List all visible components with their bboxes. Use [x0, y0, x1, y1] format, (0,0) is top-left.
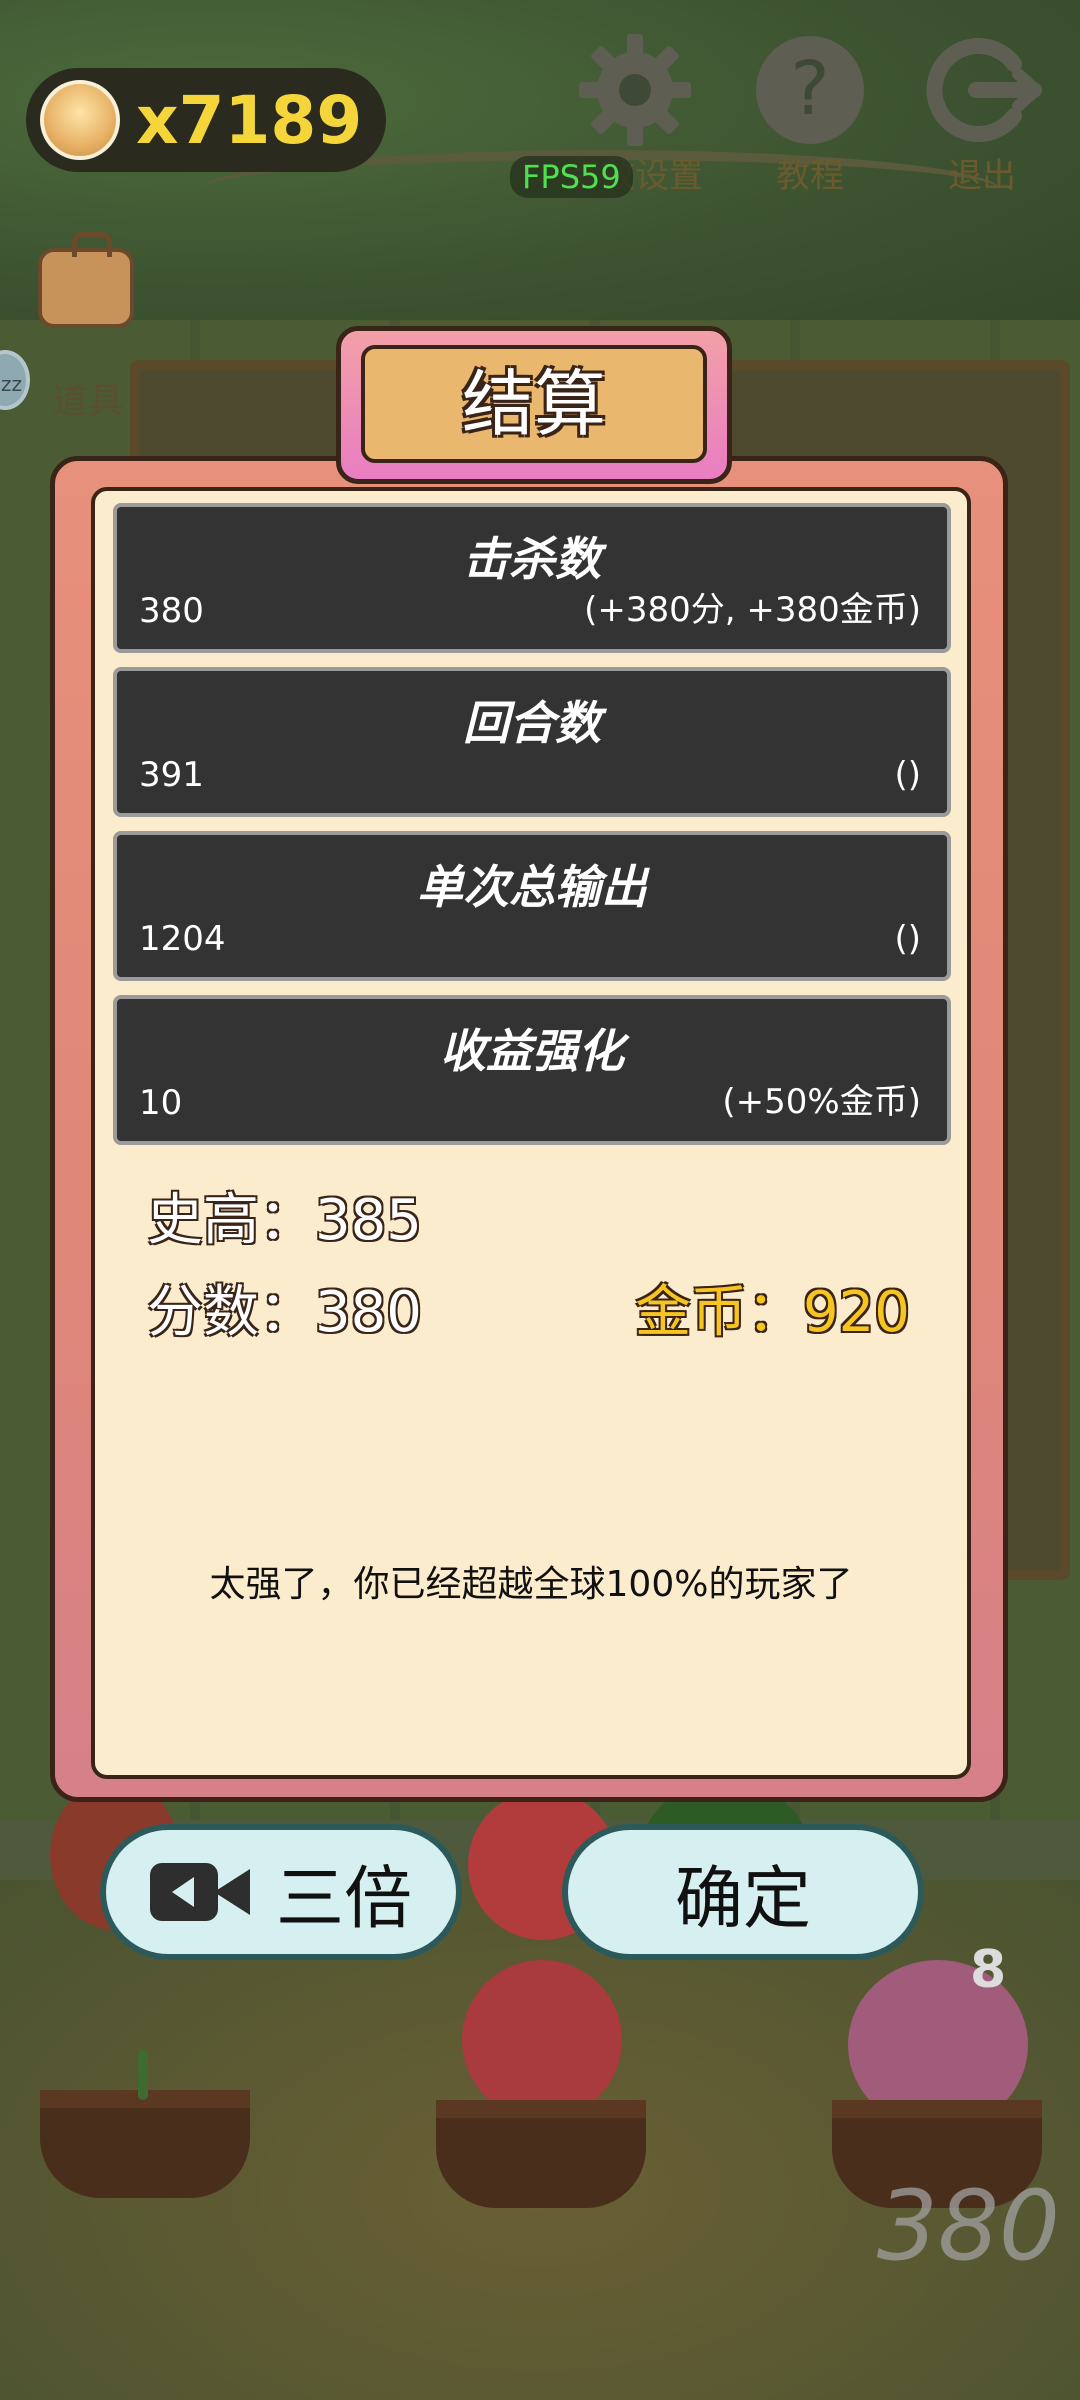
stat-value: 391 — [139, 755, 204, 795]
confirm-button[interactable]: 确定 — [562, 1824, 924, 1960]
tool-button[interactable] — [38, 232, 138, 358]
stat-name: 收益强化 — [440, 1024, 624, 1078]
video-camera-icon — [149, 1863, 250, 1921]
apple-character — [462, 1960, 622, 2120]
flower-pot-left — [40, 2090, 250, 2198]
fps-counter: FPS59 — [510, 156, 633, 198]
stat-bonus: (+380分, +380金币) — [584, 590, 921, 630]
stat-bonus: (+50%金币) — [722, 1082, 921, 1122]
sprout — [138, 2050, 148, 2100]
stat-row-rounds: 回合数 391 () — [113, 667, 951, 817]
dialog-title: 结算 — [361, 345, 707, 463]
result-panel: 击杀数 380 (+380分, +380金币) 回合数 391 () 单次总输出… — [91, 487, 971, 1779]
flower-pot-center — [436, 2100, 646, 2208]
exit-button[interactable]: 退出 — [912, 30, 1052, 197]
best-score: 史高：385 — [147, 1188, 422, 1253]
gear-icon — [579, 34, 691, 146]
tool-label: 道具 — [52, 381, 125, 422]
gold-earned: 金币：920 — [635, 1280, 910, 1345]
stat-row-kills: 击杀数 380 (+380分, +380金币) — [113, 503, 951, 653]
score-watermark: 380 — [876, 2170, 1060, 2282]
rank-message: 太强了，你已经超越全球100%的玩家了 — [209, 1564, 853, 1605]
pot-level-badge: 8 — [970, 1940, 1007, 2000]
score: 分数：380 — [147, 1280, 422, 1345]
coin-icon — [40, 80, 120, 160]
stat-value: 1204 — [139, 919, 226, 959]
exit-icon — [926, 38, 1042, 142]
svg-text:?: ? — [790, 46, 829, 132]
toolbox-icon — [38, 232, 134, 328]
confirm-label: 确定 — [674, 1859, 811, 1939]
stat-value: 10 — [139, 1083, 183, 1123]
coin-count: x7189 — [136, 81, 363, 159]
triple-reward-button[interactable]: 三倍 — [100, 1824, 462, 1960]
stat-bonus: () — [894, 919, 921, 959]
dialog-title-tab: 结算 — [336, 326, 732, 484]
stat-name: 回合数 — [463, 696, 601, 750]
stat-row-income-boost: 收益强化 10 (+50%金币) — [113, 995, 951, 1145]
tutorial-button[interactable]: ? 教程 — [740, 30, 880, 197]
tutorial-label: 教程 — [776, 156, 844, 196]
stat-name: 击杀数 — [463, 532, 601, 586]
stat-value: 380 — [139, 591, 204, 631]
exit-label: 退出 — [948, 156, 1016, 196]
stat-name: 单次总输出 — [417, 860, 647, 914]
stat-bonus: () — [894, 755, 921, 795]
triple-reward-label: 三倍 — [275, 1859, 412, 1939]
result-dialog: 击杀数 380 (+380分, +380金币) 回合数 391 () 单次总输出… — [50, 456, 1008, 1802]
question-icon: ? — [756, 36, 864, 144]
coin-counter: x7189 — [26, 68, 386, 172]
stat-row-output: 单次总输出 1204 () — [113, 831, 951, 981]
